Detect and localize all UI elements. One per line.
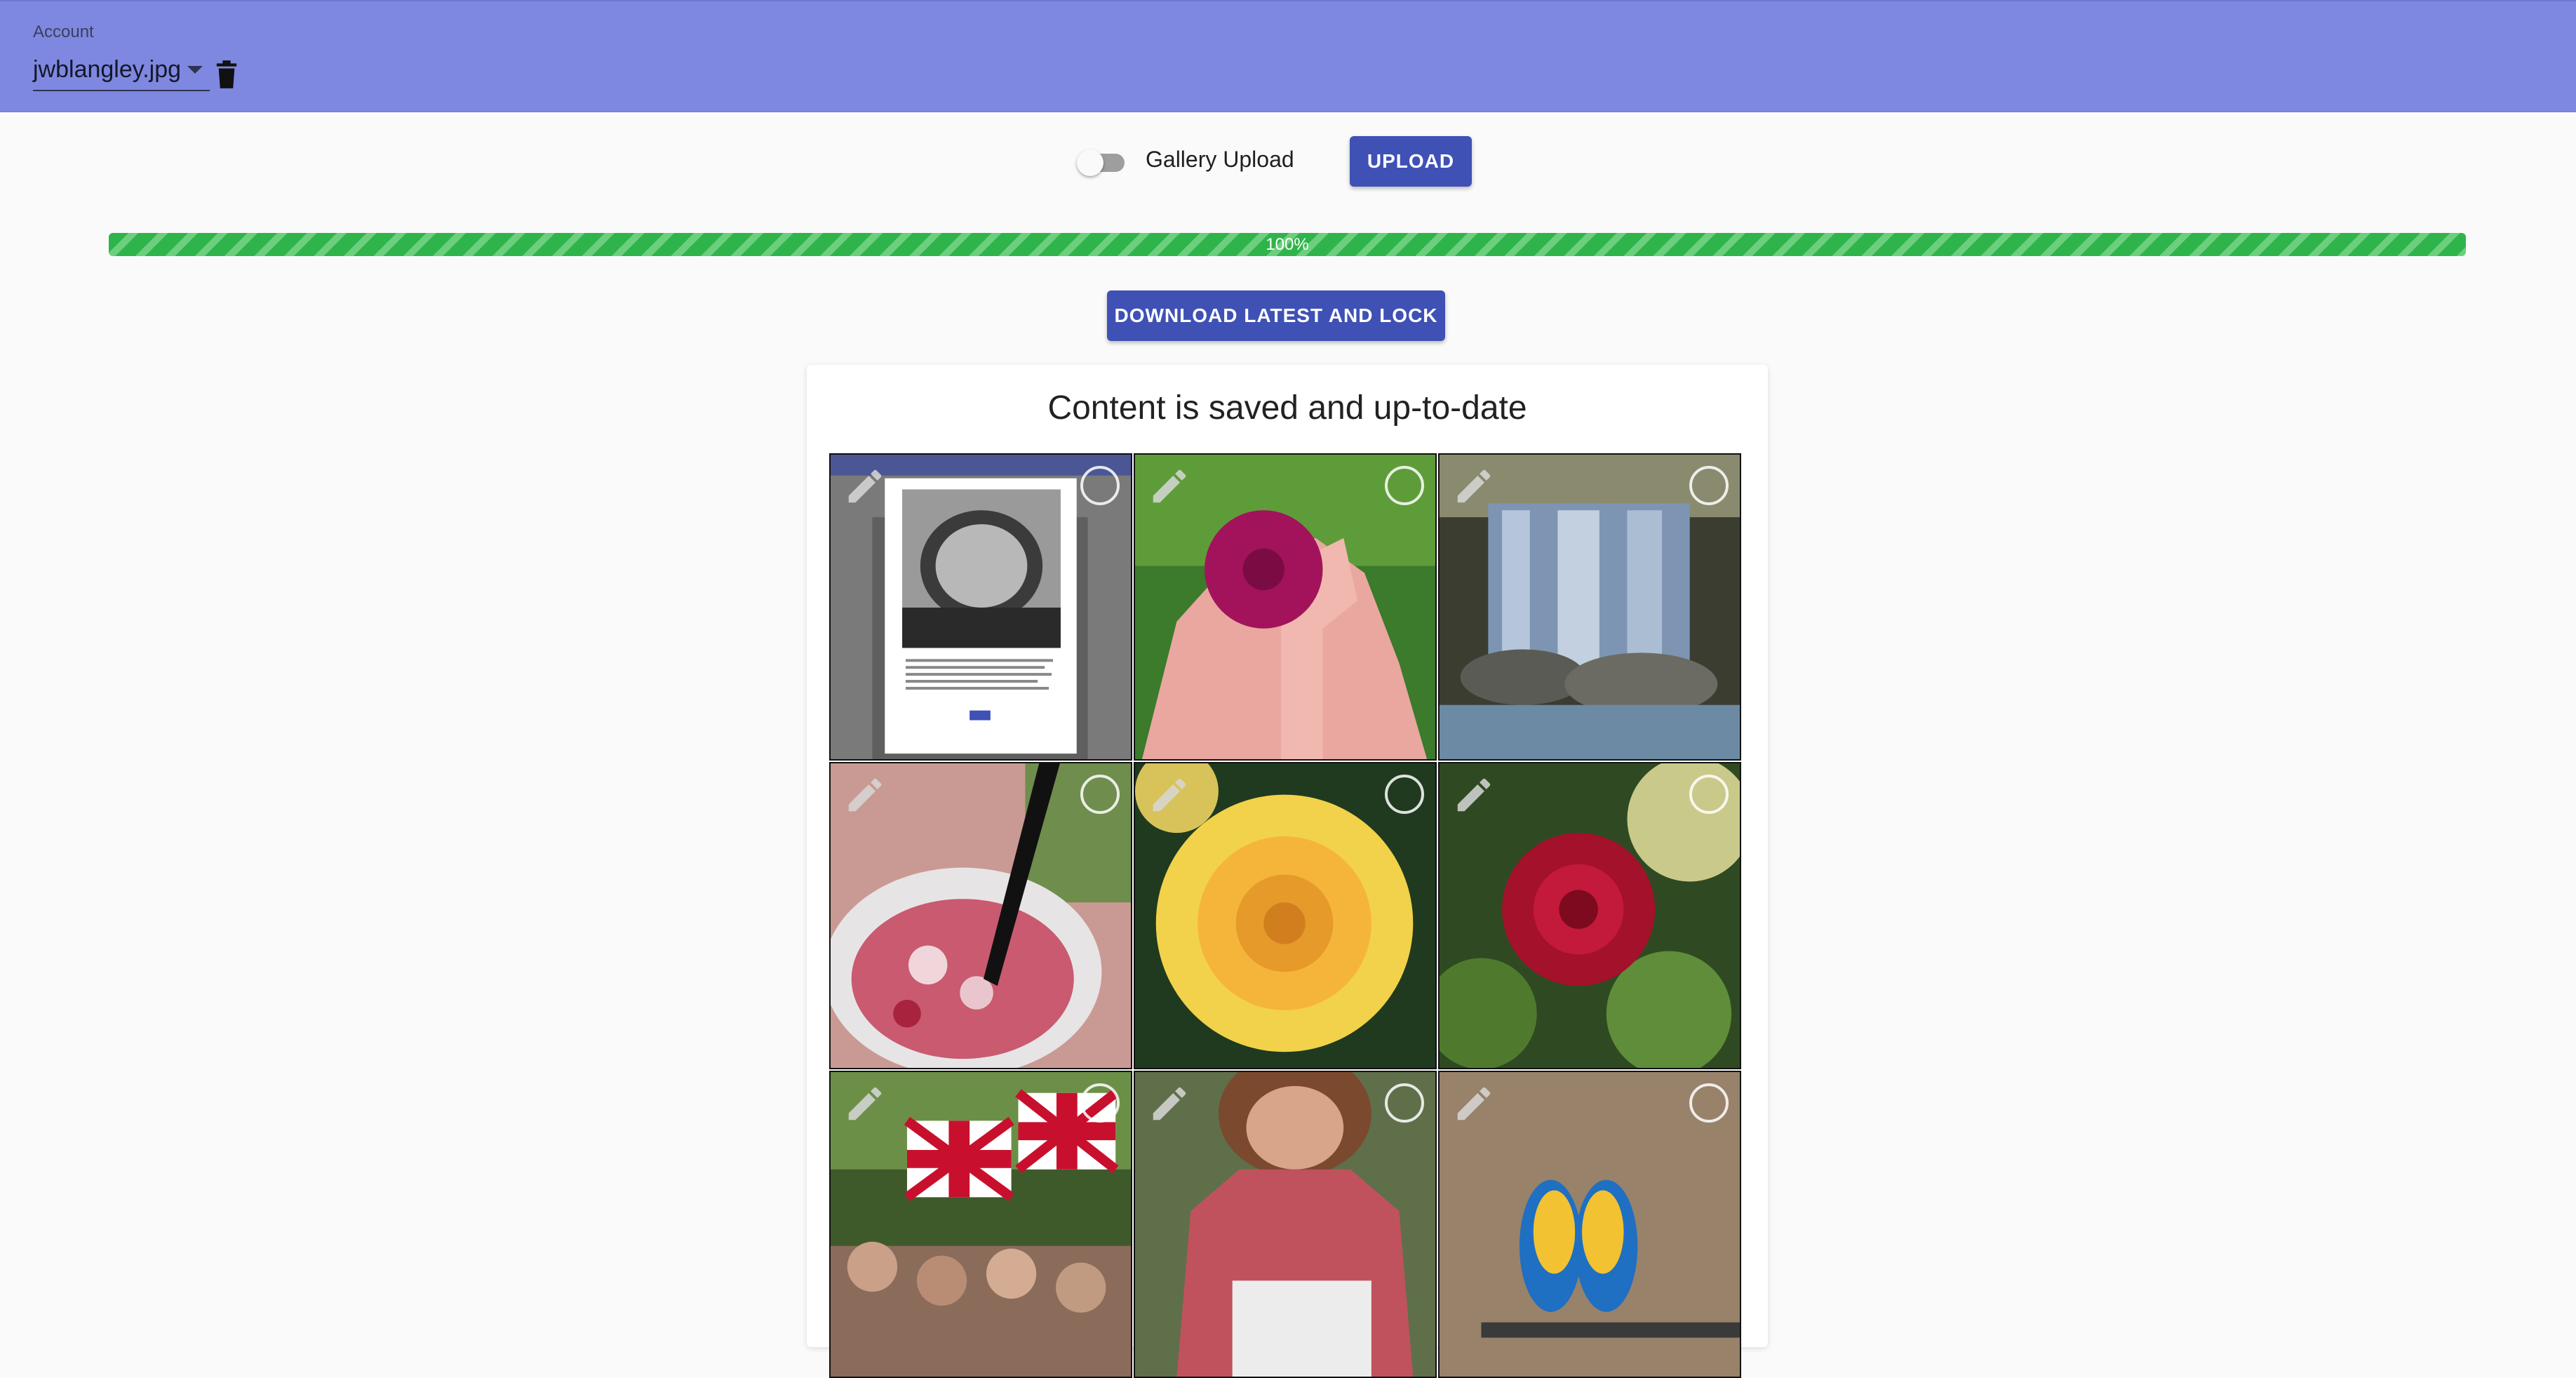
select-circle[interactable] [1080,775,1120,814]
account-label: Account [33,22,94,41]
photo-tile[interactable] [1134,762,1437,1069]
select-circle[interactable] [1080,466,1120,505]
photo-tile[interactable] [829,762,1132,1069]
photo-tile[interactable] [1134,1071,1437,1378]
photo-tile[interactable] [1438,762,1741,1069]
photo-tile[interactable] [1438,1071,1741,1378]
select-circle[interactable] [1385,466,1424,505]
select-circle[interactable] [1689,466,1729,505]
select-circle[interactable] [1385,775,1424,814]
select-circle[interactable] [1080,1083,1120,1123]
edit-pencil-icon[interactable] [1148,773,1191,817]
account-select[interactable]: jwblangley.jpg [33,52,210,91]
photo-tile[interactable] [829,1071,1132,1378]
save-status-title: Content is saved and up-to-date [1047,389,1527,427]
edit-pencil-icon[interactable] [1148,464,1191,508]
toggle-thumb [1077,149,1103,176]
account-toolbar: Account jwblangley.jpg [0,0,2576,112]
edit-pencil-icon[interactable] [1148,1082,1191,1125]
gallery-upload-label: Gallery Upload [1146,147,1294,172]
select-circle[interactable] [1385,1083,1424,1123]
gallery-upload-toggle[interactable] [1077,149,1130,176]
edit-pencil-icon[interactable] [843,464,887,508]
progress-text: 100% [1266,235,1309,254]
account-select-value: jwblangley.jpg [33,56,182,83]
photo-tile[interactable] [1134,453,1437,761]
edit-pencil-icon[interactable] [1452,773,1496,817]
upload-button[interactable]: UPLOAD [1350,136,1472,187]
trash-icon[interactable] [215,60,239,88]
upload-progress-bar: 100% [109,233,2466,256]
select-circle[interactable] [1689,775,1729,814]
select-circle[interactable] [1689,1083,1729,1123]
chevron-down-icon [187,66,203,74]
edit-pencil-icon[interactable] [843,1082,887,1125]
photo-tile[interactable] [1438,453,1741,761]
edit-pencil-icon[interactable] [843,773,887,817]
photo-tile[interactable] [829,453,1132,761]
content-card: Content is saved and up-to-date [807,365,1768,1378]
edit-pencil-icon[interactable] [1452,464,1496,508]
download-latest-and-lock-button[interactable]: DOWNLOAD LATEST AND LOCK [1107,290,1445,341]
edit-pencil-icon[interactable] [1452,1082,1496,1125]
